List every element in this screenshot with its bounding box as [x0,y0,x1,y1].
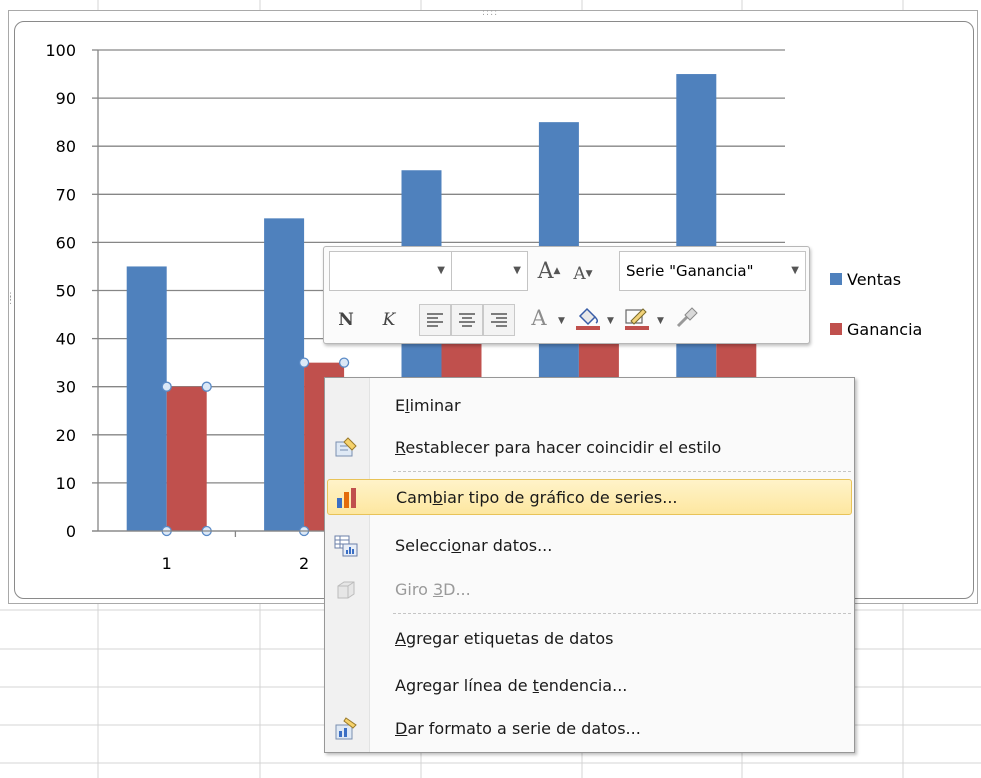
chevron-down-icon: ▼ [788,265,799,276]
menu-item-restablecer-estilo[interactable]: Restablecer para hacer coincidir el esti… [327,430,852,466]
font-name-combo[interactable]: ▼ [329,251,452,291]
grow-font-icon: A [537,258,554,284]
y-tick-label: 80 [56,137,76,156]
align-right-icon [491,313,507,327]
menu-item-giro-3d: Giro 3D... [327,572,852,608]
font-color-dropdown-arrow[interactable]: ▼ [558,316,565,326]
font-color-icon: A [531,306,547,330]
y-tick-label: 60 [56,233,76,252]
menu-item-agregar-etiquetas[interactable]: Agregar etiquetas de datos [327,621,852,657]
align-left-button[interactable] [419,304,451,336]
selection-handle [161,381,172,392]
y-tick-label: 40 [56,330,76,349]
format-painter-icon [676,307,698,328]
series-selector-combo[interactable]: Serie "Ganancia" ▼ [619,251,806,291]
align-right-button[interactable] [483,304,515,336]
select-data-icon [334,535,358,557]
y-tick-label: 70 [56,185,76,204]
menu-item-cambiar-tipo-grafico[interactable]: Cambiar tipo de gráfico de series... [327,479,852,515]
selection-handle [298,357,310,368]
y-tick-label: 90 [56,89,76,108]
selection-handle [338,357,350,368]
menu-item-label: Giro 3D... [395,580,471,599]
legend-swatch-ganancia [830,323,842,335]
outline-color-dropdown-arrow[interactable]: ▼ [657,316,664,326]
bar-ventas [264,218,305,531]
bar-ventas [126,266,167,531]
menu-item-label: Agregar etiquetas de datos [395,629,614,648]
x-tick-label: 1 [162,554,172,573]
outline-color-button[interactable] [622,303,652,333]
menu-item-label: Restablecer para hacer coincidir el esti… [395,438,722,457]
legend-swatch-ventas [830,273,842,285]
grow-font-button[interactable]: A ▲ [534,256,564,286]
menu-item-label: Cambiar tipo de gráfico de series... [396,488,678,507]
italic-icon: K [382,310,396,330]
mini-formatting-toolbar: ▼ ▼ A ▲ A ▼ Serie "Ganancia" ▼ N K A ▼ ▼ ▼ [323,246,810,344]
chevron-down-icon: ▼ [437,265,445,276]
series-selector-value: Serie "Ganancia" [626,262,754,280]
y-tick-label: 10 [56,474,76,493]
reset-style-icon [335,437,357,457]
bold-button[interactable]: N [331,305,361,335]
paint-bucket-icon [576,307,600,330]
bold-icon: N [338,310,354,330]
menu-item-label: Dar formato a serie de datos... [395,719,641,738]
y-tick-label: 100 [45,41,76,60]
menu-item-label: Agregar línea de tendencia... [395,676,628,695]
format-painter-button[interactable] [671,303,701,333]
align-center-icon [459,313,475,327]
font-color-button[interactable]: A [524,303,554,333]
menu-item-label: Eliminar [395,396,461,415]
y-tick-label: 20 [56,426,76,445]
font-size-combo[interactable]: ▼ [451,251,528,291]
format-series-icon [335,717,357,740]
chevron-down-icon: ▼ [513,265,521,276]
menu-separator [393,471,851,472]
legend-label-ganancia: Ganancia [847,320,922,339]
fill-color-dropdown-arrow[interactable]: ▼ [607,316,614,326]
y-tick-label: 50 [56,282,76,301]
menu-item-label: Seleccionar datos... [395,536,553,555]
context-menu: Eliminar Restablecer para hacer coincidi… [324,377,855,753]
selection-handle [201,381,212,392]
y-tick-label: 0 [66,522,76,541]
legend-label-ventas: Ventas [847,270,901,289]
italic-button[interactable]: K [374,305,404,335]
change-chart-type-icon [337,488,356,508]
menu-separator [393,613,851,614]
menu-item-eliminar[interactable]: Eliminar [327,388,852,424]
3d-rotation-icon [337,581,355,599]
bar-ganancia [166,386,207,531]
menu-item-agregar-tendencia[interactable]: Agregar línea de tendencia... [327,668,852,704]
x-tick-label: 2 [299,554,309,573]
menu-item-dar-formato-serie[interactable]: Dar formato a serie de datos... [327,711,852,747]
align-left-icon [427,313,443,327]
fill-color-button[interactable] [573,303,603,333]
shrink-font-button[interactable]: A ▼ [568,259,598,289]
menu-item-seleccionar-datos[interactable]: Seleccionar datos... [327,528,852,564]
y-tick-label: 30 [56,378,76,397]
shrink-font-icon: A [573,264,586,284]
align-center-button[interactable] [451,304,483,336]
pencil-outline-icon [625,308,649,330]
